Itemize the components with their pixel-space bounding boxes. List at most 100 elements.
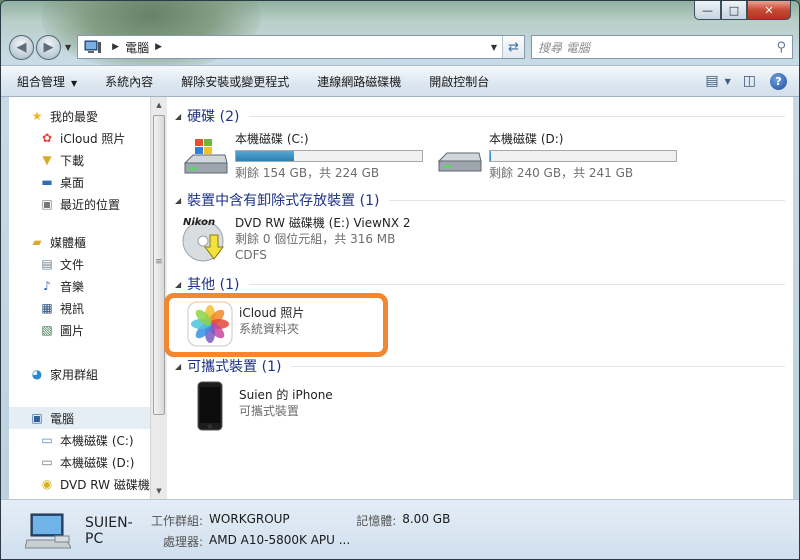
drive-free-space: 剩餘 0 個位元組，共 316 MB [235,232,396,246]
sidebar-item-label: DVD RW 磁碟機 [60,477,150,492]
sidebar-item-videos[interactable]: ▦ 視訊 [9,297,150,319]
sidebar-item-pictures[interactable]: ▧ 圖片 [9,319,150,341]
pc-details: 工作群組: WORKGROUP 記憶體: 8.00 GB 處理器: AMD A1… [151,512,450,550]
sidebar-item-recent-places[interactable]: ▣ 最近的位置 [9,193,150,215]
iphone-item[interactable]: Suien 的 iPhone 可攜式裝置 [187,381,333,431]
command-bar: 組合管理 ▼ 系統內容 解除安裝或變更程式 連線網路磁碟機 開啟控制台 ▤ ▼ ◫… [1,65,799,97]
refresh-icon[interactable]: ⇄ [502,36,524,58]
group-heading: 可攜式裝置 (1) [187,359,282,375]
preview-pane-icon[interactable]: ◫ [743,73,756,89]
sidebar-item-label: 視訊 [60,301,85,316]
change-view-icon[interactable]: ▤ [705,73,718,89]
dvd-drive[interactable]: Nikon DVD RW 磁碟機 (E:) ViewNX 2 剩餘 0 個位元組… [181,215,411,263]
workgroup-label: 工作群組: [151,513,204,528]
navigation-bar: ◀ ▶ ▼ ▶ 電腦 ▶ ▼ ⇄ 搜尋 電腦 ⚲ [9,33,793,61]
back-button[interactable]: ◀ [9,34,34,60]
drive-file-system: CDFS [235,248,267,262]
uninstall-program-button[interactable]: 解除安裝或變更程式 [181,73,289,90]
windows-drive-icon: ▭ [41,433,53,447]
caption-buttons: — □ ✕ [694,1,791,20]
breadcrumb-computer[interactable]: 電腦 [125,39,149,56]
drive-d[interactable]: 本機磁碟 (D:) 剩餘 240 GB，共 241 GB [435,131,677,181]
close-button[interactable]: ✕ [747,1,791,20]
scrollbar-grip-icon: ≡ [155,257,163,267]
sidebar-item-homegroup[interactable]: ◕ 家用群組 [9,363,150,385]
sidebar-item-drive-c[interactable]: ▭ 本機磁碟 (C:) [9,429,150,451]
sidebar-item-documents[interactable]: ▤ 文件 [9,253,150,275]
sidebar-item-label: 電腦 [50,411,75,426]
sidebar-item-label: 桌面 [60,175,85,190]
drive-name: 本機磁碟 (D:) [489,132,564,146]
collapse-triangle-icon[interactable]: ◢ [175,280,181,289]
windows-drive-icon [181,131,231,177]
maximize-button[interactable]: □ [721,1,747,20]
breadcrumb-separator-icon[interactable]: ▶ [112,42,119,52]
forward-button[interactable]: ▶ [36,34,61,60]
group-portable-devices[interactable]: ◢ 可攜式裝置 (1) [175,355,785,377]
collapse-triangle-icon[interactable]: ◢ [175,196,181,205]
sidebar-item-label: 圖片 [60,323,85,338]
sidebar-item-desktop[interactable]: ▬ 桌面 [9,171,150,193]
search-icon[interactable]: ⚲ [776,40,786,55]
view-options-dropdown-icon[interactable]: ▼ [725,77,731,86]
sidebar-item-favorites[interactable]: ★ 我的最愛 [9,105,150,127]
drive-free-space: 剩餘 154 GB，共 224 GB [235,166,380,180]
sidebar-item-label: 本機磁碟 (C:) [60,433,134,448]
system-properties-button[interactable]: 系統內容 [105,73,153,90]
recent-places-icon: ▣ [41,197,53,211]
highlight-annotation [164,293,388,357]
pc-name: SUIEN-PC [85,514,133,547]
help-icon[interactable]: ? [770,72,787,90]
group-hard-disks[interactable]: ◢ 硬碟 (2) [175,105,785,127]
drive-usage-bar [489,150,677,162]
item-type: 可攜式裝置 [239,404,300,418]
main-area: ★ 我的最愛 ✿ iCloud 照片 ▼ 下載 ▬ 桌面 ▣ 最近的位置 ▰ 媒體櫃 ▤ 文件… [9,97,793,499]
view-controls: ▤ ▼ ◫ ? [693,72,787,90]
group-divider [291,365,785,367]
sidebar-item-dvd-drive[interactable]: ◉ DVD RW 磁碟機 [9,473,150,495]
sidebar-item-label: 本機磁碟 (D:) [60,455,135,470]
organize-button[interactable]: 組合管理 ▼ [17,73,77,90]
recent-pages-dropdown[interactable]: ▼ [65,43,71,52]
documents-icon: ▤ [41,257,53,271]
drive-c[interactable]: 本機磁碟 (C:) 剩餘 154 GB，共 224 GB [181,131,423,181]
item-name: Suien 的 iPhone [239,388,333,402]
breadcrumb-separator-icon[interactable]: ▶ [155,42,162,52]
pictures-icon: ▧ [41,323,53,337]
dvd-drive-icon: ◉ [41,477,53,491]
desktop-icon: ▬ [41,175,53,189]
sidebar-item-drive-d[interactable]: ▭ 本機磁碟 (D:) [9,451,150,473]
processor-label: 處理器: [163,534,204,549]
sidebar-item-label: 我的最愛 [50,109,99,124]
nikon-logo: Nikon [183,217,215,228]
back-arrow-icon: ◀ [16,39,27,55]
music-icon: ♪ [43,279,51,293]
dvd-disc-icon: Nikon [181,215,231,262]
scroll-down-arrow-icon[interactable]: ▼ [151,483,167,499]
group-other[interactable]: ◢ 其他 (1) [175,273,785,295]
address-dropdown-icon[interactable]: ▼ [486,36,502,58]
libraries-icon: ▰ [32,235,42,249]
drive-name: DVD RW 磁碟機 (E:) ViewNX 2 [235,216,411,230]
minimize-button[interactable]: — [694,1,721,20]
address-bar[interactable]: ▶ 電腦 ▶ ▼ ⇄ [77,35,525,59]
sidebar-item-libraries[interactable]: ▰ 媒體櫃 [9,231,150,253]
iphone-icon [187,381,233,431]
search-input[interactable]: 搜尋 電腦 ⚲ [531,35,793,59]
hard-drive-icon: ▭ [41,455,53,469]
group-removable-storage[interactable]: ◢ 裝置中含有卸除式存放裝置 (1) [175,189,785,211]
workgroup-value: WORKGROUP [209,511,290,526]
computer-icon [84,40,102,53]
open-control-panel-button[interactable]: 開啟控制台 [429,73,489,90]
group-divider [389,199,785,201]
sidebar-item-downloads[interactable]: ▼ 下載 [9,149,150,171]
sidebar-item-music[interactable]: ♪ 音樂 [9,275,150,297]
sidebar-item-icloud-photos[interactable]: ✿ iCloud 照片 [9,127,150,149]
map-network-drive-button[interactable]: 連線網路磁碟機 [317,73,401,90]
group-divider [249,115,785,117]
collapse-triangle-icon[interactable]: ◢ [175,112,181,121]
sidebar-item-computer[interactable]: ▣ 電腦 [9,407,150,429]
scroll-up-arrow-icon[interactable]: ▲ [151,97,167,113]
collapse-triangle-icon[interactable]: ◢ [175,362,181,371]
photos-icon: ✿ [41,131,53,145]
